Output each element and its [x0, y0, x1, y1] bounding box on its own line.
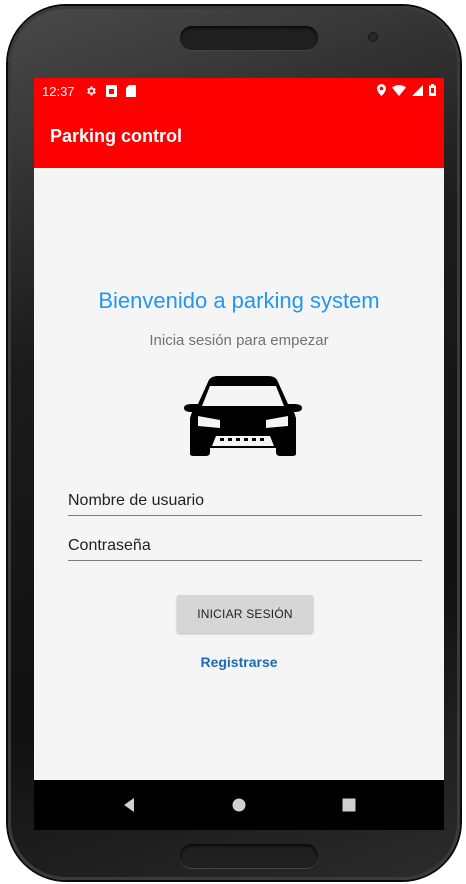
back-icon — [124, 798, 134, 812]
earpiece-speaker — [180, 26, 318, 50]
bottom-speaker — [180, 844, 318, 868]
password-field[interactable] — [68, 531, 422, 561]
gear-icon — [85, 85, 97, 97]
app-screen: 12:37 Parking control Bienvenido a parki… — [34, 78, 444, 830]
front-camera — [368, 32, 378, 42]
login-button[interactable]: INICIAR SESIÓN — [177, 595, 313, 633]
battery-icon — [429, 83, 436, 99]
status-time: 12:37 — [42, 83, 75, 99]
username-input[interactable] — [68, 486, 422, 515]
register-link[interactable]: Registrarse — [34, 654, 444, 670]
home-icon — [232, 798, 246, 812]
location-icon — [377, 83, 386, 99]
recents-icon — [342, 798, 356, 812]
username-field[interactable] — [68, 486, 422, 516]
car-icon — [184, 376, 302, 456]
navigation-bar — [34, 780, 444, 830]
back-button[interactable] — [109, 785, 149, 825]
welcome-heading: Bienvenido a parking system — [98, 288, 380, 313]
home-button[interactable] — [219, 785, 259, 825]
login-subtitle: Inicia sesión para empezar — [149, 332, 329, 349]
password-input[interactable] — [68, 531, 422, 560]
wifi-icon — [392, 84, 406, 99]
app-bar: Parking control — [34, 104, 444, 168]
app-title: Parking control — [50, 125, 183, 146]
signal-icon — [412, 84, 423, 99]
sd-card-icon — [125, 85, 136, 97]
sim-icon — [105, 85, 117, 97]
login-content: Bienvenido a parking system Inicia sesió… — [34, 168, 444, 780]
recents-button[interactable] — [329, 785, 369, 825]
status-bar: 12:37 — [34, 78, 444, 104]
